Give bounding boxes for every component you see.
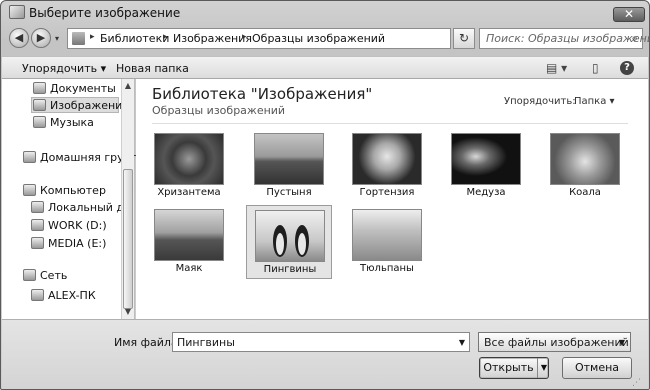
back-arrow-icon: ◀ xyxy=(14,31,24,44)
navigation-scrollbar[interactable]: ▲ ▼ xyxy=(121,79,134,319)
scrollbar-thumb[interactable] xyxy=(123,169,133,309)
back-button[interactable]: ◀ xyxy=(9,28,29,48)
image-item-tulips[interactable]: Тюльпаны xyxy=(344,205,430,279)
computer-icon xyxy=(23,184,36,196)
image-thumbnail xyxy=(255,210,325,262)
preview-pane-icon[interactable]: ▯ xyxy=(592,61,599,75)
file-type-value: Все файлы изображений xyxy=(484,336,629,349)
sidebar-item-computer[interactable]: Компьютер xyxy=(23,184,106,197)
file-list-pane: Библиотека "Изображения" Образцы изображ… xyxy=(136,79,648,319)
breadcrumb-pictures[interactable]: Изображения xyxy=(173,32,252,45)
sidebar-item-media-drive[interactable]: MEDIA (E:) xyxy=(31,237,106,250)
new-folder-button[interactable]: Новая папка xyxy=(116,62,189,75)
close-button[interactable]: ✕ xyxy=(613,7,645,22)
file-open-dialog: Выберите изображение ✕ ◀ ▶ ▾ ▸ Библиотек… xyxy=(0,0,650,390)
file-type-select[interactable]: Все файлы изображений ▼ xyxy=(478,332,631,352)
arrange-by-label: Упорядочить: xyxy=(504,96,576,107)
search-input[interactable]: Поиск: Образцы изображений ⌕ xyxy=(479,28,650,49)
scroll-down-icon[interactable]: ▼ xyxy=(123,307,133,316)
open-button[interactable]: Открыть ▼ xyxy=(479,357,549,379)
open-split-divider xyxy=(537,358,538,378)
arrange-by-dropdown[interactable]: Папка ▾ xyxy=(574,96,615,107)
image-thumbnail xyxy=(352,209,422,261)
image-item-hydrangeas[interactable]: Гортензия xyxy=(344,129,430,203)
window-title: Выберите изображение xyxy=(29,6,181,20)
organize-button[interactable]: Упорядочить ▾ xyxy=(22,62,106,75)
image-thumbnail xyxy=(451,133,521,185)
refresh-button[interactable]: ↻ xyxy=(453,28,475,49)
help-icon[interactable]: ? xyxy=(620,61,634,75)
sidebar-item-network[interactable]: Сеть xyxy=(23,269,67,282)
scroll-up-icon[interactable]: ▲ xyxy=(123,81,133,90)
search-icon[interactable]: ⌕ xyxy=(631,31,638,46)
image-caption: Медуза xyxy=(466,187,506,198)
drive-icon xyxy=(31,201,44,213)
image-caption: Тюльпаны xyxy=(360,263,414,274)
documents-icon xyxy=(33,82,46,94)
library-subtitle: Образцы изображений xyxy=(152,104,286,117)
sidebar-item-music[interactable]: Музыка xyxy=(33,116,94,129)
drive-icon xyxy=(31,219,44,231)
open-button-label: Открыть xyxy=(483,361,534,374)
filename-input[interactable]: Пингвины ▼ xyxy=(172,332,470,352)
image-caption: Гортензия xyxy=(359,187,415,198)
image-item-chrysanthemum[interactable]: Хризантема xyxy=(146,129,232,203)
network-icon xyxy=(23,269,36,281)
image-caption: Пустыня xyxy=(266,187,312,198)
penguins-thumbnail-art xyxy=(273,225,309,257)
navigation-pane xyxy=(2,79,135,319)
image-caption: Маяк xyxy=(175,263,203,274)
image-item-lighthouse[interactable]: Маяк xyxy=(146,205,232,279)
resize-grip-icon[interactable]: ⋰ xyxy=(632,378,641,388)
image-caption: Хризантема xyxy=(157,187,221,198)
library-icon xyxy=(72,32,85,45)
image-thumbnail xyxy=(154,209,224,261)
breadcrumb-separator[interactable]: ▸ xyxy=(242,32,247,42)
image-item-desert[interactable]: Пустыня xyxy=(246,129,332,203)
change-view-icon[interactable]: ▤ ▾ xyxy=(546,61,567,75)
sidebar-item-pictures[interactable]: Изображения xyxy=(33,99,129,112)
sidebar-item-local-disk[interactable]: Локальный диск xyxy=(31,201,121,214)
command-toolbar: Упорядочить ▾ Новая папка ▤ ▾ ▯ ? xyxy=(2,56,648,79)
filename-dropdown-icon[interactable]: ▼ xyxy=(459,338,465,347)
title-bar[interactable]: Выберите изображение ✕ xyxy=(1,1,649,23)
image-caption: Коала xyxy=(569,187,601,198)
cancel-button[interactable]: Отмена xyxy=(562,357,632,379)
search-placeholder: Поиск: Образцы изображений xyxy=(486,32,650,45)
image-thumbnail xyxy=(254,133,324,185)
address-bar[interactable]: ▸ Библиотеки ▸ Изображения ▸ Образцы изо… xyxy=(67,28,506,49)
sidebar-item-alex-pc[interactable]: ALEX-ПК xyxy=(31,289,96,302)
breadcrumb-separator[interactable]: ▸ xyxy=(163,32,168,42)
content-divider xyxy=(152,123,628,124)
image-item-penguins[interactable]: Пингвины xyxy=(246,205,332,279)
app-icon xyxy=(9,5,25,19)
image-caption: Пингвины xyxy=(263,264,317,275)
sidebar-item-documents[interactable]: Документы xyxy=(33,82,116,95)
drive-icon xyxy=(31,237,44,249)
open-options-dropdown-icon[interactable]: ▼ xyxy=(539,358,549,378)
library-title: Библиотека "Изображения" xyxy=(152,85,373,103)
forward-button[interactable]: ▶ xyxy=(31,28,51,48)
file-type-dropdown-icon: ▼ xyxy=(618,338,625,347)
image-thumbnail xyxy=(550,133,620,185)
image-item-jellyfish[interactable]: Медуза xyxy=(443,129,529,203)
music-icon xyxy=(33,116,46,128)
breadcrumb-libraries[interactable]: Библиотеки xyxy=(100,32,169,45)
dialog-footer: Имя файла: Пингвины ▼ Все файлы изображе… xyxy=(2,319,648,389)
pictures-icon xyxy=(33,99,46,111)
forward-arrow-icon: ▶ xyxy=(36,31,46,44)
recent-pages-dropdown[interactable]: ▾ xyxy=(55,34,59,43)
pc-icon xyxy=(31,289,44,301)
filename-value: Пингвины xyxy=(177,336,235,349)
breadcrumb-sample-pictures[interactable]: Образцы изображений xyxy=(252,32,385,45)
sidebar-item-work-drive[interactable]: WORK (D:) xyxy=(31,219,107,232)
breadcrumb-separator[interactable]: ▸ xyxy=(90,32,95,42)
image-item-koala[interactable]: Коала xyxy=(542,129,628,203)
image-thumbnail xyxy=(154,133,224,185)
homegroup-icon xyxy=(23,151,36,163)
image-thumbnail xyxy=(352,133,422,185)
